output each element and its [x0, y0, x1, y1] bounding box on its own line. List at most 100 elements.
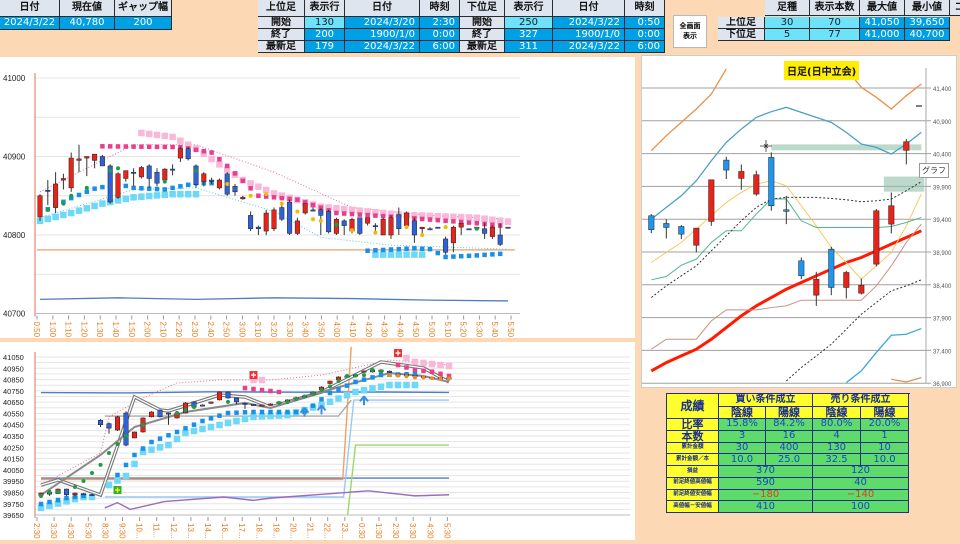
- row-number-field[interactable]: 200: [305, 29, 345, 41]
- fullscreen-button[interactable]: 全画面 表示: [673, 15, 707, 48]
- lower-band-marker: [435, 250, 441, 256]
- buy-result-value: 410: [719, 501, 813, 513]
- candle: [76, 158, 82, 161]
- highlight-zone: [883, 176, 925, 192]
- signal-dot: [345, 373, 349, 378]
- lower-band-marker-2: [394, 381, 402, 389]
- lower-band-marker-2: [182, 429, 189, 437]
- row-number-field[interactable]: 250: [505, 17, 553, 29]
- row-number-field[interactable]: 327: [505, 29, 553, 41]
- range-cell: 最新足: [258, 41, 305, 53]
- scale-value[interactable]: 30: [765, 17, 810, 29]
- daily-chart[interactable]: 41,400 40,900 40,400 39,900 39,400 38,900 38,4…: [641, 55, 957, 388]
- upper-band-marker-2: [428, 360, 436, 368]
- lower-band-marker: [178, 184, 183, 189]
- upper-band-marker: [217, 156, 222, 162]
- candle: [903, 141, 910, 151]
- upper-band-marker-2: [153, 131, 161, 139]
- signal-dot: [56, 489, 60, 494]
- lower-band-marker-2: [161, 191, 169, 199]
- candle: [388, 217, 394, 236]
- y-tick-label: 39750: [3, 500, 24, 509]
- buy-result-value: 370: [719, 466, 813, 478]
- signal-dot: [421, 375, 426, 380]
- signal-dot: [350, 228, 354, 233]
- range-cell: 1900/1/0: [345, 29, 420, 41]
- lower-band-marker: [139, 186, 144, 191]
- candle: [327, 380, 333, 384]
- candle: [131, 171, 137, 174]
- scale-header: 最大値: [860, 0, 905, 16]
- y-tick-label: 38,400: [933, 284, 952, 290]
- lower-band-marker-2: [165, 441, 172, 449]
- lower-band-marker: [38, 501, 44, 507]
- results-value: 16: [766, 430, 813, 443]
- sell-condition-header: 売り条件成立: [813, 394, 909, 407]
- candle: [365, 217, 371, 224]
- upper-band-marker: [131, 144, 136, 149]
- lower-band-marker: [396, 246, 402, 252]
- scale-value: 41,050: [860, 17, 905, 29]
- upper-band-marker-2: [161, 132, 169, 140]
- row-number-field[interactable]: 179: [305, 41, 345, 53]
- x-tick-label: 1:40: [111, 322, 120, 338]
- candle: [37, 195, 43, 218]
- candle: [208, 401, 214, 404]
- y-tick-label: 40950: [3, 364, 24, 373]
- signal-dot: [328, 384, 332, 389]
- scale-value[interactable]: 70: [810, 17, 860, 29]
- lower-band-marker: [404, 246, 409, 251]
- range-cell: 6:00: [625, 41, 665, 53]
- lower-band-marker-2: [326, 398, 334, 405]
- signal-dot: [311, 392, 315, 397]
- upper-band-marker: [107, 144, 113, 149]
- y-tick-label: 39650: [3, 511, 24, 520]
- summary-value: 200: [115, 17, 172, 30]
- candle: [458, 222, 464, 228]
- higher-timeframe-chart[interactable]: 41050 40950 40850 40750 40650 40550 40450 40350…: [0, 342, 635, 540]
- scale-value[interactable]: 77: [810, 29, 860, 41]
- summary-value: 2024/3/22: [0, 17, 60, 30]
- chart-tooltip: グラフ: [919, 163, 949, 178]
- x-tick-label: 1:20: [79, 322, 88, 338]
- lower-band-marker-2: [130, 194, 137, 201]
- lower-band-marker: [443, 254, 448, 260]
- results-value: 130: [813, 442, 861, 455]
- lower-band-marker: [474, 253, 480, 258]
- row-number-field[interactable]: 311: [505, 41, 553, 53]
- lower-band-marker: [353, 379, 358, 385]
- y-tick-label: 40250: [3, 443, 24, 452]
- y-tick-label: 40850: [3, 376, 24, 385]
- candle: [387, 370, 392, 373]
- upper-band-marker: [429, 369, 435, 374]
- lower-timeframe-chart[interactable]: 41000 40900 40800 40700 0:50 1:00 1:10 1:20 1:30…: [0, 57, 635, 338]
- x-tick-label: 2:50: [222, 322, 231, 338]
- results-value: 400: [766, 442, 813, 455]
- row-number-field[interactable]: 130: [305, 17, 345, 29]
- lower-band-marker: [100, 184, 105, 190]
- candle: [60, 178, 66, 181]
- upper-band-marker: [115, 144, 121, 149]
- upper-band-marker: [240, 178, 246, 184]
- results-value: 4: [813, 430, 861, 443]
- upper-band-marker-2: [450, 213, 457, 221]
- candle: [217, 391, 222, 401]
- lower-band-marker: [76, 192, 82, 198]
- fullscreen-button-label-1: 全画面: [679, 21, 701, 30]
- x-tick-label: 14...: [203, 523, 212, 539]
- scale-value[interactable]: 5: [765, 29, 810, 41]
- range-header: 表示行: [305, 0, 345, 17]
- range-header: 時刻: [625, 0, 665, 17]
- upper-band-marker-2: [255, 183, 262, 190]
- upper-band-marker: [310, 202, 316, 208]
- x-tick-label: 4:30: [66, 523, 75, 539]
- signal-dot: [45, 207, 50, 212]
- lower-band-marker: [388, 247, 394, 252]
- lower-band-marker: [466, 253, 472, 259]
- range-cell: 開始: [258, 17, 305, 29]
- x-tick-label: 17...: [237, 523, 246, 539]
- upper-band-marker: [419, 216, 425, 222]
- upper-band-marker-2: [403, 354, 410, 362]
- results-value: 3: [719, 430, 766, 443]
- scale-header: 表示本数: [810, 0, 860, 16]
